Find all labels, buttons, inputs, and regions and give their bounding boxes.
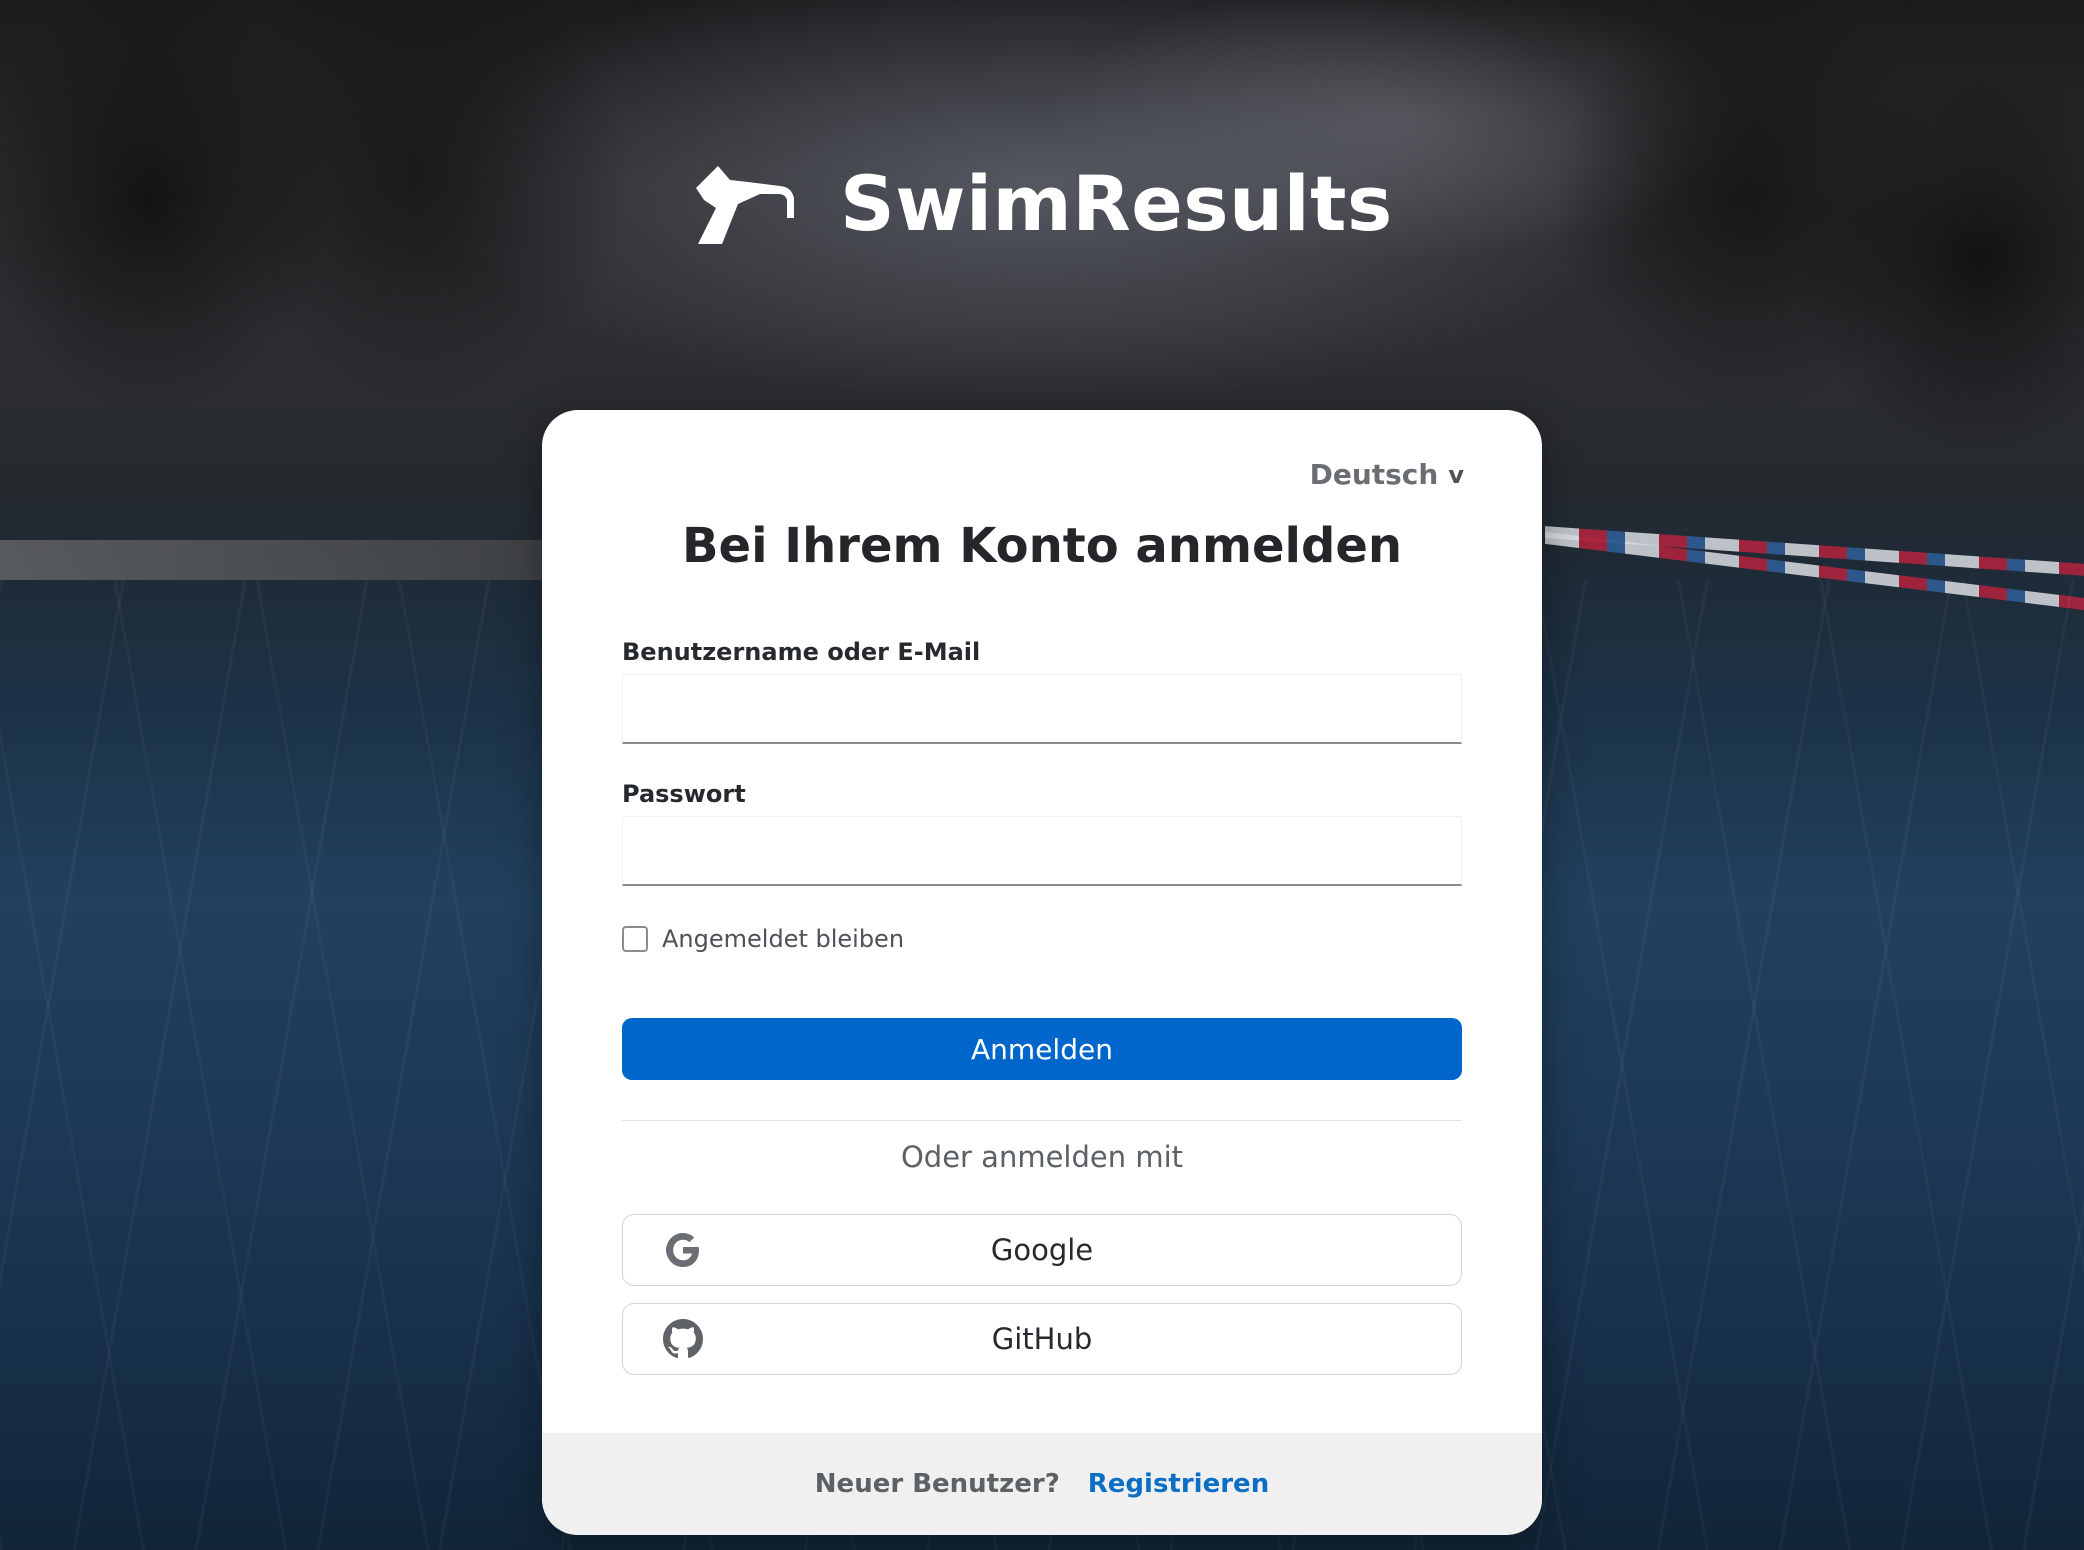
brand-name: SwimResults	[840, 158, 1393, 248]
swimmer-dive-icon	[696, 166, 794, 244]
password-label: Passwort	[622, 780, 746, 808]
github-login-button[interactable]: GitHub	[622, 1303, 1462, 1375]
divider	[622, 1120, 1462, 1121]
remember-label: Angemeldet bleiben	[662, 925, 905, 953]
brand-header: SwimResults	[690, 158, 1393, 250]
username-label: Benutzername oder E-Mail	[622, 638, 981, 666]
remember-checkbox[interactable]	[622, 926, 648, 952]
username-input[interactable]	[622, 674, 1462, 744]
github-icon	[663, 1319, 703, 1359]
login-button[interactable]: Anmelden	[622, 1018, 1462, 1080]
chevron-down-icon: v	[1448, 460, 1464, 489]
language-label: Deutsch	[1309, 458, 1439, 491]
language-selector[interactable]: Deutsch v	[1310, 458, 1464, 491]
remember-me: Angemeldet bleiben	[622, 925, 904, 953]
google-label: Google	[990, 1233, 1094, 1267]
new-user-text: Neuer Benutzer?	[814, 1469, 1060, 1499]
login-card: Deutsch v Bei Ihrem Konto anmelden Benut…	[542, 410, 1542, 1535]
card-footer: Neuer Benutzer? Registrieren	[542, 1433, 1542, 1535]
google-login-button[interactable]: Google	[622, 1214, 1462, 1286]
register-link[interactable]: Registrieren	[1088, 1469, 1269, 1499]
social-login-heading: Oder anmelden mit	[900, 1140, 1184, 1174]
page-title: Bei Ihrem Konto anmelden	[681, 518, 1403, 574]
password-input[interactable]	[622, 816, 1462, 886]
google-icon	[666, 1233, 699, 1267]
github-label: GitHub	[991, 1322, 1093, 1356]
pool-edge	[0, 540, 545, 580]
